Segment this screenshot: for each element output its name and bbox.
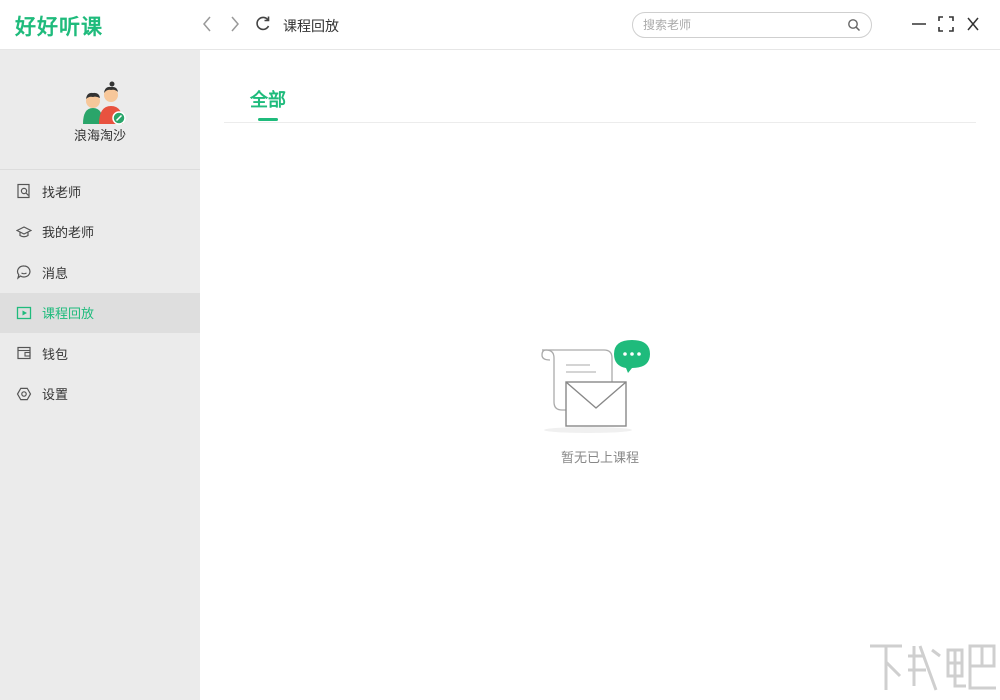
refresh-icon [256,16,270,31]
settings-icon [16,387,32,400]
sidebar-item-label: 钱包 [42,347,69,363]
maximize-button[interactable] [937,15,955,33]
close-icon [967,17,979,31]
sidebar-item-label: 消息 [42,266,69,282]
sidebar-item-course-replay[interactable]: 课程回放 [0,292,200,333]
title-bar: 好好听课 课程回放 [0,0,1000,50]
sidebar-item-find-teacher[interactable]: 找老师 [0,171,200,212]
back-button[interactable] [198,14,218,34]
app-window: 好好听课 课程回放 搜索老师 浪海淘沙 找老师 我的老师 消息 课程回放 钱包 … [0,0,1000,700]
minimize-icon [912,23,926,25]
sidebar-item-label: 找老师 [42,185,82,201]
avatar[interactable] [79,78,127,126]
tab-active-indicator [258,118,278,121]
empty-mail-icon [541,340,650,433]
wallet-icon [17,347,31,360]
play-icon [16,306,32,319]
sidebar-menu: 找老师 我的老师 消息 课程回放 钱包 设置 [0,171,200,414]
username: 浪海淘沙 [73,129,126,144]
chevron-left-icon [203,16,211,32]
page-title: 课程回放 [283,19,339,35]
tab-all[interactable]: 全部 [250,86,286,112]
search-icon[interactable] [847,18,861,32]
search-input[interactable] [643,16,843,34]
sidebar-item-messages[interactable]: 消息 [0,252,200,293]
app-logo: 好好听课 [15,15,103,39]
close-button[interactable] [964,15,982,33]
sidebar-item-wallet[interactable]: 钱包 [0,333,200,374]
empty-state: 暂无已上课程 [540,338,660,468]
sidebar-item-label: 课程回放 [42,307,95,323]
minimize-button[interactable] [910,15,928,33]
chat-bubble-icon [16,265,31,280]
sidebar-item-label: 设置 [42,388,69,404]
sidebar-item-settings[interactable]: 设置 [0,374,200,415]
graduation-cap-icon [16,226,32,238]
refresh-button[interactable] [253,14,273,34]
main-content: 全部 暂无已上课程 [200,50,1000,700]
tab-bar: 全部 [224,50,976,123]
find-teacher-icon [17,184,30,199]
maximize-icon [938,16,954,32]
user-profile[interactable]: 浪海淘沙 [0,50,200,170]
empty-state-text: 暂无已上课程 [560,451,639,466]
sidebar: 浪海淘沙 找老师 我的老师 消息 课程回放 钱包 设置 [0,50,200,700]
sidebar-item-my-teachers[interactable]: 我的老师 [0,212,200,253]
sidebar-item-label: 我的老师 [42,226,95,242]
watermark-logo [870,644,996,691]
search-box[interactable] [632,12,872,38]
chevron-right-icon [231,16,239,32]
forward-button[interactable] [226,14,246,34]
